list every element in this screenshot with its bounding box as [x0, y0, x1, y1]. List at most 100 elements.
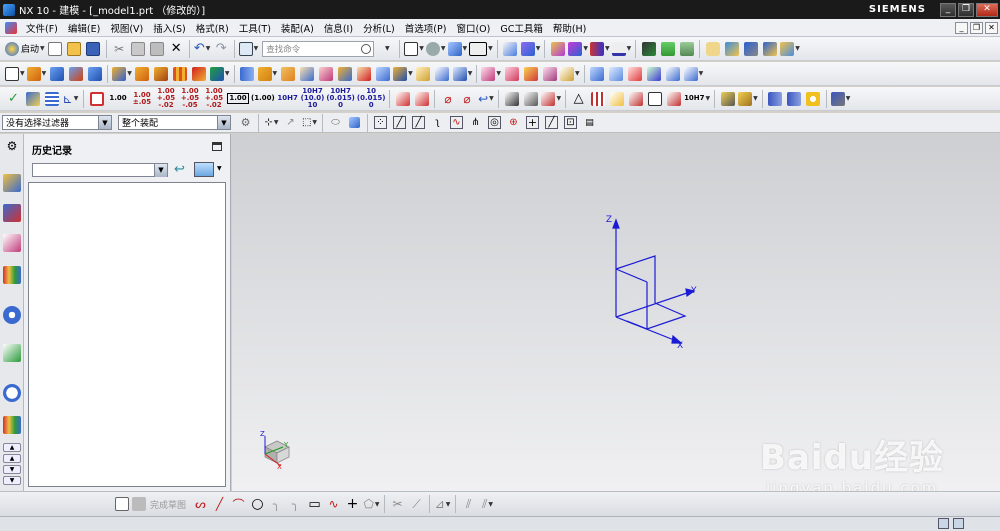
weld-symbol-button[interactable]: ▼ — [541, 90, 561, 108]
check-button[interactable]: ✓ — [5, 90, 22, 108]
offset-face-button[interactable] — [374, 65, 391, 83]
trim-sheet-button[interactable] — [646, 65, 663, 83]
status-window-icon[interactable] — [938, 518, 949, 529]
bolt-button[interactable] — [767, 90, 784, 108]
washer-button[interactable] — [805, 90, 822, 108]
sync-move-face-button[interactable]: ▼ — [481, 65, 501, 83]
grid-note-button[interactable] — [589, 90, 606, 108]
snap-curve-button[interactable]: ʅ — [429, 114, 446, 132]
note-button[interactable] — [646, 90, 663, 108]
window-switch-button[interactable]: ▼ — [238, 40, 258, 58]
doc-minimize-button[interactable]: _ — [955, 21, 968, 34]
quick-extend-button[interactable]: ⟋ — [408, 495, 425, 513]
snap-on-curve-button[interactable]: ╱ — [543, 114, 560, 132]
part-navigator-icon[interactable] — [3, 174, 21, 192]
snap-quadrant-button[interactable]: ⊕ — [505, 114, 522, 132]
reuse-library-icon[interactable] — [3, 266, 21, 284]
variational-sweep-button[interactable] — [434, 65, 451, 83]
surface-more-button[interactable]: ▼ — [683, 65, 703, 83]
pmi-button[interactable] — [24, 90, 41, 108]
redo-button[interactable]: ↷ — [213, 40, 230, 58]
ordinate-button[interactable] — [665, 90, 682, 108]
undo-button[interactable]: ↶ ▼ — [194, 40, 211, 58]
select-rect-button[interactable]: ⬚ ▼ — [301, 114, 318, 132]
menu-analysis[interactable]: 分析(L) — [358, 21, 400, 35]
gear-icon[interactable]: ⚙ — [3, 139, 21, 157]
delete-button[interactable]: ✕ — [168, 40, 185, 58]
minimize-button[interactable]: _ — [940, 2, 956, 17]
status-fullscreen-icon[interactable] — [953, 518, 964, 529]
scroll-down-small-icon[interactable]: ▼ — [3, 465, 21, 474]
doc-close-button[interactable]: ✕ — [985, 21, 998, 34]
line-button[interactable]: ╱ — [211, 495, 228, 513]
snap-point-button[interactable]: ⊹ ▼ — [263, 114, 280, 132]
component-button[interactable] — [723, 40, 740, 58]
snap-mid-button[interactable]: ╱ — [410, 114, 427, 132]
sketch-button[interactable]: ▼ — [5, 65, 25, 83]
ruler-button[interactable]: ▼ — [611, 40, 631, 58]
scroll-up-small-icon[interactable]: ▲ — [3, 454, 21, 463]
coord-sys-button[interactable]: ⊾ ▼ — [62, 90, 79, 108]
fit-view-button[interactable]: ▼ — [404, 40, 424, 58]
selection-scope-select[interactable]: 整个装配 ▼ — [118, 115, 231, 130]
dim-tolerance-button[interactable]: 1.00 ±.05 — [131, 90, 153, 108]
system-materials-icon[interactable] — [3, 416, 21, 434]
leader-button[interactable] — [394, 90, 411, 108]
assembly-navigator-icon[interactable] — [3, 204, 21, 222]
arc-length-button[interactable]: ↩ ▼ — [477, 90, 494, 108]
dim-nominal-button[interactable]: 1.00 — [107, 90, 129, 108]
replace-face-button[interactable]: ▼ — [452, 65, 472, 83]
sew-button[interactable] — [665, 65, 682, 83]
hammer-button[interactable] — [742, 40, 759, 58]
maximize-icon[interactable] — [212, 142, 222, 151]
close-button[interactable]: ✕ — [976, 2, 998, 17]
draft-button[interactable] — [298, 65, 315, 83]
assembly-tools-button[interactable]: ▼ — [780, 40, 800, 58]
pull-face-button[interactable] — [503, 65, 520, 83]
clip-button[interactable]: ▼ — [520, 40, 540, 58]
menu-help[interactable]: 帮助(H) — [548, 21, 592, 35]
command-search-input[interactable]: 查找命令 — [262, 40, 375, 57]
move-object-button[interactable]: ▼ — [568, 40, 588, 58]
offset-region-button[interactable] — [522, 65, 539, 83]
menu-view[interactable]: 视图(V) — [105, 21, 148, 35]
web-browser-icon[interactable] — [3, 306, 21, 324]
layer-button[interactable] — [659, 40, 676, 58]
block-button[interactable] — [48, 65, 65, 83]
menu-gc-toolbox[interactable]: GC工具箱 — [495, 21, 548, 35]
dim-fit-tol-button[interactable]: 10H7 (10.0) 10 — [301, 88, 325, 109]
menu-edit[interactable]: 编辑(E) — [63, 21, 105, 35]
point-button[interactable]: + — [344, 495, 361, 513]
snap-spline-button[interactable]: ∿ — [448, 114, 465, 132]
feature-control-button[interactable] — [503, 90, 520, 108]
radius-button[interactable]: ⌀ — [458, 90, 475, 108]
reuse-button[interactable]: ▼ — [738, 90, 758, 108]
make-corner-button[interactable]: ⊿ ▼ — [434, 495, 451, 513]
assembly-nav-button[interactable] — [640, 40, 657, 58]
dim-limit-button[interactable]: 1.00 +.05 -.02 — [203, 88, 225, 109]
quick-trim-button[interactable]: ✂ — [389, 495, 406, 513]
snap-intersection-button[interactable]: ⋔ — [467, 114, 484, 132]
back-arrow-icon[interactable]: ↩ — [174, 162, 188, 177]
spring-button[interactable] — [786, 90, 803, 108]
cut-button[interactable]: ✂ — [111, 40, 128, 58]
through-curves-button[interactable] — [608, 65, 625, 83]
geometric-constraints-button[interactable]: ⫽ — [460, 495, 477, 513]
profile-button[interactable]: ᔕ — [192, 495, 209, 513]
finish-sketch-button[interactable]: 完成草图 — [132, 495, 190, 513]
dim-fit-lim2-button[interactable]: 10 (0.015) 0 — [357, 88, 386, 109]
menu-format[interactable]: 格式(R) — [191, 21, 234, 35]
scroll-up-icon[interactable]: ▲ — [3, 443, 21, 452]
table-button[interactable] — [43, 90, 60, 108]
copy-button[interactable] — [130, 40, 147, 58]
snap-button[interactable] — [549, 40, 566, 58]
datum-csys[interactable] — [612, 218, 696, 344]
hole-button[interactable] — [134, 65, 151, 83]
cone-button[interactable] — [86, 65, 103, 83]
datum-plane-button[interactable] — [239, 65, 256, 83]
part-list-button[interactable] — [719, 90, 736, 108]
search-options-dropdown[interactable]: ▼ — [378, 40, 395, 58]
selection-intent-button[interactable]: ↗ — [282, 114, 299, 132]
surface-button[interactable] — [589, 65, 606, 83]
image-icon[interactable] — [194, 162, 214, 177]
